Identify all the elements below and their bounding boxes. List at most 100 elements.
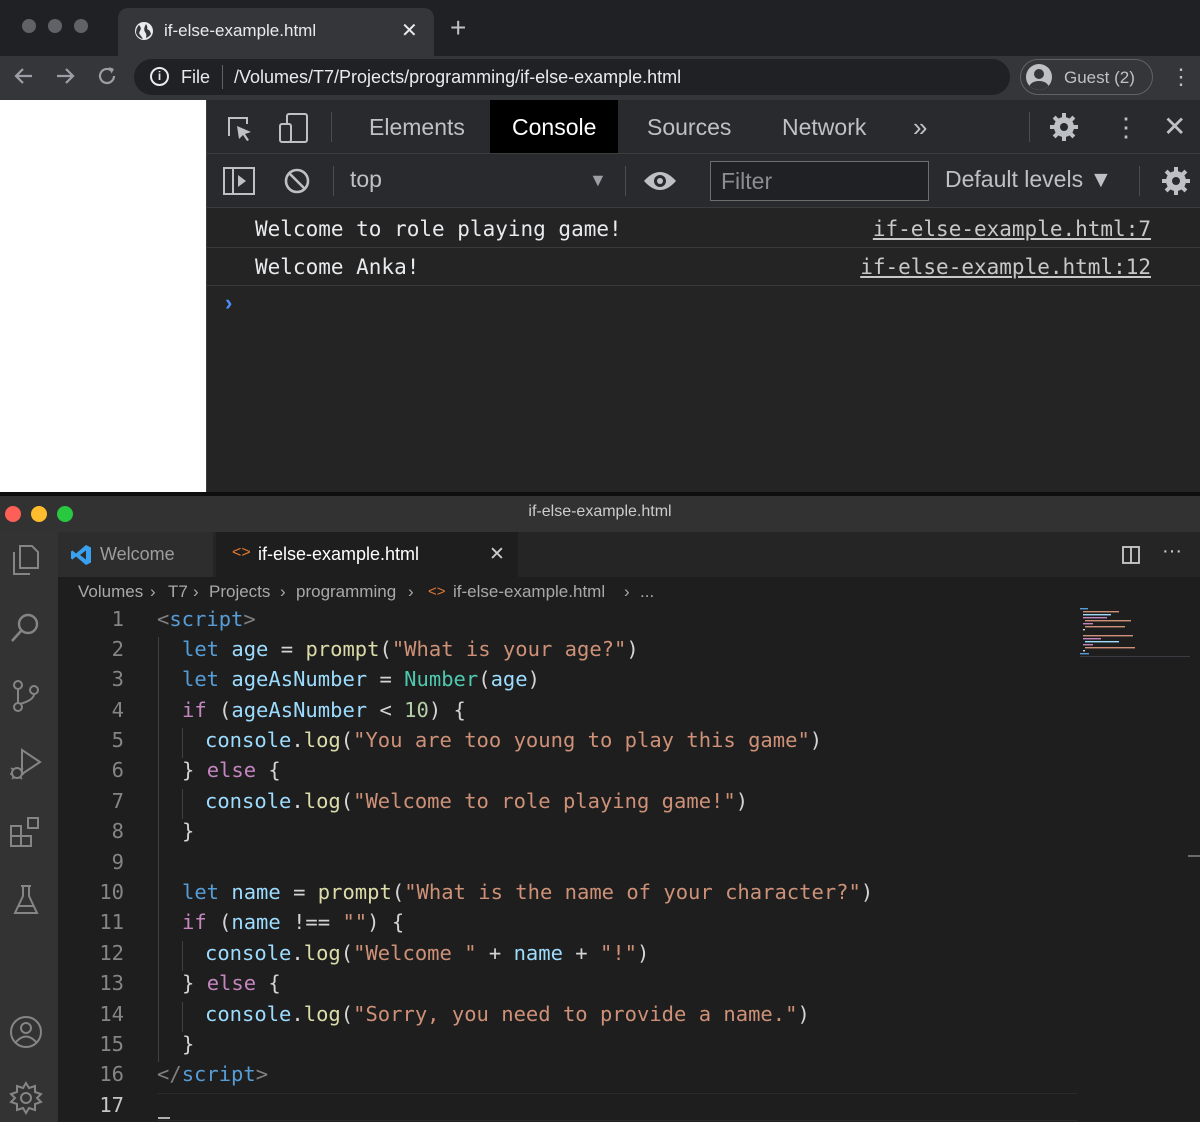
indent-guide <box>182 941 183 971</box>
breadcrumb-item[interactable]: programming <box>296 582 396 602</box>
vscode-titlebar: if-else-example.html <box>0 496 1200 532</box>
line-number: 2 <box>111 637 124 661</box>
tab-if-else-example[interactable]: <> if-else-example.html ✕ <box>216 532 518 577</box>
tab-console[interactable]: Console <box>490 100 619 153</box>
reload-icon[interactable] <box>95 64 119 88</box>
manage-gear-icon[interactable] <box>8 1080 44 1116</box>
line-number: 17 <box>99 1093 124 1117</box>
show-sidebar-icon[interactable] <box>223 167 255 195</box>
line-number: 1 <box>111 607 124 631</box>
activity-bar <box>0 532 58 1122</box>
back-arrow-icon[interactable] <box>12 64 36 88</box>
code-line: let ageAsNumber = Number(age) <box>182 667 540 691</box>
address-bar[interactable]: i File /Volumes/T7/Projects/programming/… <box>134 59 1010 95</box>
toolbar-divider <box>625 166 626 196</box>
clear-console-icon[interactable] <box>283 167 311 195</box>
chevron-right-icon: › <box>150 582 156 601</box>
chevron-down-icon[interactable]: ▼ <box>589 170 607 191</box>
source-control-icon[interactable] <box>8 678 44 714</box>
line-number: 8 <box>111 819 124 843</box>
editor-tabbar: Welcome <> if-else-example.html ✕ ··· <box>58 532 1200 577</box>
browser-tab[interactable]: if-else-example.html ✕ <box>118 8 434 56</box>
tab-welcome[interactable]: Welcome <box>58 532 213 577</box>
split-editor-icon[interactable] <box>1121 545 1141 565</box>
chevron-right-icon: › <box>193 582 199 601</box>
device-toolbar-icon[interactable] <box>277 112 311 144</box>
log-levels-dropdown[interactable]: Default levels ▼ <box>945 166 1112 193</box>
testing-flask-icon[interactable] <box>8 882 44 918</box>
address-url[interactable]: /Volumes/T7/Projects/programming/if-else… <box>234 67 681 88</box>
forward-arrow-icon[interactable] <box>53 64 77 88</box>
code-line: if (name !== "") { <box>182 910 405 934</box>
extensions-icon[interactable] <box>8 814 44 850</box>
close-tab-icon[interactable]: ✕ <box>489 543 505 566</box>
settings-gear-icon[interactable] <box>1049 112 1079 142</box>
breadcrumb-item[interactable]: ... <box>640 582 654 602</box>
browser-tab-title: if-else-example.html <box>164 21 317 40</box>
close-tab-icon[interactable]: ✕ <box>401 18 418 43</box>
console-settings-gear-icon[interactable] <box>1161 166 1191 196</box>
html-file-icon: <> <box>428 583 446 600</box>
code-line: } else { <box>182 971 281 995</box>
run-debug-icon[interactable] <box>8 746 44 782</box>
code-line: console.log("Welcome to role playing gam… <box>205 789 749 813</box>
browser-menu-icon[interactable]: ⋮ <box>1170 64 1192 90</box>
window-minimize-button[interactable] <box>48 19 62 33</box>
line-number: 6 <box>111 758 124 782</box>
breadcrumb: Volumes › T7 › Projects › programming › … <box>58 577 1200 607</box>
devtools-menu-icon[interactable]: ⋮ <box>1113 112 1139 143</box>
scrollbar-ruler[interactable] <box>1188 855 1200 857</box>
indent-guide <box>182 789 183 819</box>
window-zoom-button[interactable] <box>74 19 88 33</box>
console-message-source-link[interactable]: if-else-example.html:7 <box>873 217 1151 241</box>
line-number: 14 <box>99 1002 124 1026</box>
code-editor[interactable]: 1 2 3 4 5 6 7 8 9 10 11 12 13 14 15 16 1… <box>58 607 1200 1122</box>
console-message-source-link[interactable]: if-else-example.html:12 <box>860 255 1151 279</box>
code-line: </script> <box>157 1062 269 1086</box>
browser-window: if-else-example.html ✕ + i File /Volumes… <box>0 0 1200 492</box>
browser-toolbar: i File /Volumes/T7/Projects/programming/… <box>0 56 1200 100</box>
code-line: <script> <box>157 607 256 631</box>
breadcrumb-item[interactable]: if-else-example.html <box>453 582 605 602</box>
accounts-icon[interactable] <box>8 1014 44 1050</box>
line-number: 4 <box>111 698 124 722</box>
devtools-panel: Elements Console Sources Network » ⋮ ✕ t… <box>206 100 1200 492</box>
more-actions-icon[interactable]: ··· <box>1162 540 1182 563</box>
breadcrumb-item[interactable]: Volumes <box>78 582 143 602</box>
browser-tabstrip: if-else-example.html ✕ + <box>0 0 1200 56</box>
profile-button[interactable]: Guest (2) <box>1020 59 1153 95</box>
code-line: console.log("Welcome " + name + "!") <box>205 941 650 965</box>
info-icon[interactable]: i <box>150 67 169 86</box>
context-selector[interactable]: top <box>350 166 382 193</box>
line-number: 5 <box>111 728 124 752</box>
line-number: 16 <box>99 1062 124 1086</box>
inspect-element-icon[interactable] <box>225 114 255 144</box>
page-viewport[interactable] <box>0 100 206 492</box>
window-close-button[interactable] <box>22 19 36 33</box>
more-tabs-icon[interactable]: » <box>891 100 949 153</box>
current-line-highlight <box>157 1093 1077 1121</box>
toolbar-divider <box>331 112 332 142</box>
tab-elements[interactable]: Elements <box>347 100 487 153</box>
console-message: Welcome to role playing game! if-else-ex… <box>207 210 1200 248</box>
console-prompt-icon[interactable]: › <box>225 290 232 316</box>
tab-sources[interactable]: Sources <box>625 100 753 153</box>
new-tab-button[interactable]: + <box>450 14 466 42</box>
live-expression-eye-icon[interactable] <box>643 169 677 193</box>
indent-guide <box>182 1002 183 1032</box>
console-message-text: Welcome Anka! <box>255 255 420 279</box>
console-message-text: Welcome to role playing game! <box>255 217 622 241</box>
code-line: } <box>182 819 195 843</box>
search-icon[interactable] <box>8 610 44 646</box>
breadcrumb-item[interactable]: Projects <box>209 582 270 602</box>
minimap[interactable] <box>1080 607 1190 657</box>
close-devtools-icon[interactable]: ✕ <box>1163 110 1186 143</box>
code-line: let name = prompt("What is the name of y… <box>182 880 874 904</box>
breadcrumb-item[interactable]: T7 <box>168 582 188 602</box>
tab-network[interactable]: Network <box>760 100 888 153</box>
vscode-logo-icon <box>71 545 91 565</box>
filter-input[interactable] <box>710 161 929 201</box>
text-cursor <box>158 1117 170 1119</box>
globe-icon <box>135 22 153 40</box>
explorer-files-icon[interactable] <box>8 542 44 578</box>
